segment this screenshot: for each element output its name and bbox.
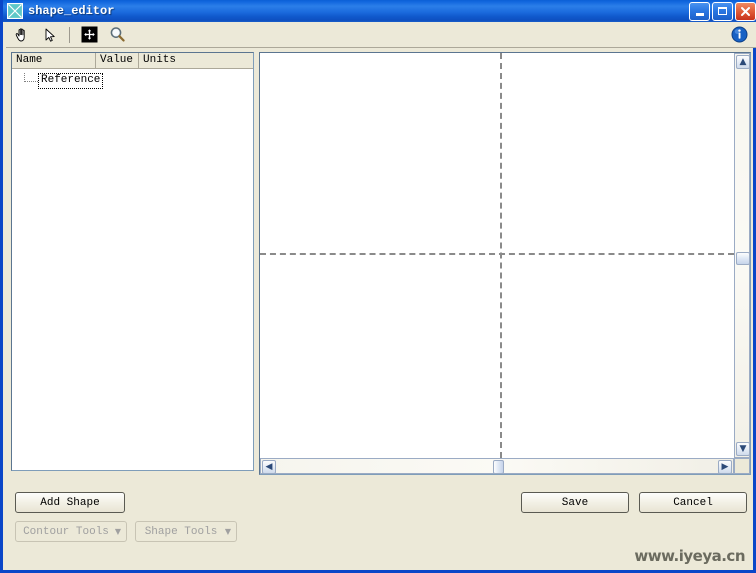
scroll-left-arrow-icon[interactable]: ◀ xyxy=(262,460,276,474)
zoom-tool-button[interactable] xyxy=(105,24,129,46)
toolbar-separator xyxy=(69,26,70,43)
fit-extents-icon xyxy=(81,26,97,43)
minimize-glyph xyxy=(695,13,704,16)
maximize-glyph xyxy=(718,7,727,15)
info-icon xyxy=(731,26,747,43)
horizontal-scrollbar-thumb[interactable] xyxy=(493,460,504,474)
tree-body[interactable]: Reference xyxy=(12,69,253,470)
property-tree-panel[interactable]: Name Value Units Reference xyxy=(11,52,254,471)
chevron-down-icon: ▼ xyxy=(224,527,232,536)
add-shape-button[interactable]: Add Shape xyxy=(15,492,125,513)
title-bar[interactable]: shape_editor xyxy=(3,0,756,22)
close-icon xyxy=(741,6,750,16)
shape-editor-window: shape_editor Name Value Units Reference … xyxy=(0,0,756,573)
watermark: www.iyeya.cn xyxy=(634,547,745,565)
shape-tools-label: Shape Tools xyxy=(144,525,218,538)
scroll-up-arrow-icon[interactable]: ▲ xyxy=(736,55,750,69)
scroll-down-arrow-icon[interactable]: ▼ xyxy=(736,442,750,456)
tree-column-header: Name Value Units xyxy=(12,53,253,69)
column-header-name[interactable]: Name xyxy=(12,53,96,68)
contour-tools-dropdown[interactable]: Contour Tools ▼ xyxy=(15,521,127,542)
shape-canvas[interactable] xyxy=(260,53,734,458)
crosshair-vertical-axis xyxy=(500,53,502,458)
minimize-button[interactable] xyxy=(689,1,710,21)
window-title: shape_editor xyxy=(28,4,115,18)
tree-item-label[interactable]: Reference xyxy=(38,72,104,89)
hand-icon xyxy=(15,27,25,41)
maximize-button[interactable] xyxy=(712,1,733,21)
crosshair-horizontal-axis xyxy=(260,253,734,255)
canvas-vertical-scrollbar[interactable]: ▲ ▼ xyxy=(734,53,750,458)
pan-tool-button[interactable] xyxy=(10,24,34,46)
close-button[interactable] xyxy=(735,1,756,21)
column-header-value[interactable]: Value xyxy=(96,53,139,68)
select-tool-button[interactable] xyxy=(38,24,62,46)
shape-tools-dropdown[interactable]: Shape Tools ▼ xyxy=(135,521,237,542)
shape-canvas-frame: ▲ ▼ ◀ ▶ xyxy=(259,52,751,475)
tree-connector-line xyxy=(24,73,38,82)
arrow-cursor-icon xyxy=(45,28,55,42)
save-button[interactable]: Save xyxy=(521,492,629,513)
vertical-scrollbar-thumb[interactable] xyxy=(736,252,750,265)
scroll-right-arrow-icon[interactable]: ▶ xyxy=(718,460,732,474)
cancel-button[interactable]: Cancel xyxy=(639,492,747,513)
magnifier-icon xyxy=(110,27,125,42)
column-header-units[interactable]: Units xyxy=(139,53,253,68)
contour-tools-label: Contour Tools xyxy=(23,525,109,538)
chevron-down-icon: ▼ xyxy=(114,527,122,536)
toolbar xyxy=(6,22,756,48)
info-button[interactable] xyxy=(728,24,750,46)
scrollbar-corner xyxy=(734,458,750,474)
fit-extents-tool-button[interactable] xyxy=(77,24,101,46)
tree-item-reference[interactable]: Reference xyxy=(12,72,104,89)
canvas-horizontal-scrollbar[interactable]: ◀ ▶ xyxy=(260,458,734,474)
x-square-icon xyxy=(7,3,23,19)
